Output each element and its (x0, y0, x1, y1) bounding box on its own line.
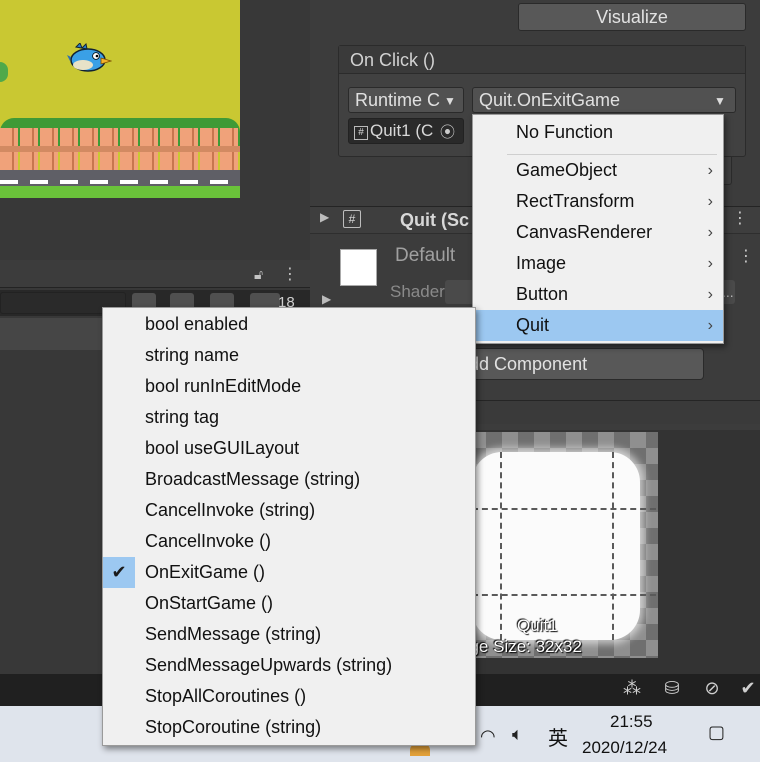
lock-icon[interactable]: 🔓︎ (254, 266, 268, 282)
menu-item-stopallcoroutines[interactable]: StopAllCoroutines () (103, 681, 475, 712)
game-road-line (0, 180, 240, 184)
menu-item-no-function[interactable]: No Function (473, 117, 723, 148)
material-preview (340, 249, 377, 286)
menu-item-quit[interactable]: Quit › (473, 310, 723, 341)
check-circle-icon[interactable]: ✔ (736, 678, 760, 702)
menu-item-canvasrenderer[interactable]: CanvasRenderer › (473, 217, 723, 248)
preview-image-size: age Size: 32x32 (460, 637, 582, 656)
menu-item-cancelinvoke-string[interactable]: CancelInvoke (string) (103, 495, 475, 526)
slice-guide (500, 452, 502, 640)
shader-label: Shader (390, 282, 445, 301)
target-object-label: Quit1 (C (370, 121, 434, 140)
cache-server-icon[interactable]: ⛁ (660, 678, 684, 702)
material-name: Default (395, 245, 456, 266)
menu-item-gameobject[interactable]: GameObject › (473, 155, 723, 186)
game-view (0, 0, 240, 198)
chevron-right-icon: › (707, 193, 713, 210)
game-fence-rail (0, 146, 240, 152)
menu-item-stopcoroutine[interactable]: StopCoroutine (string) (103, 712, 475, 743)
menu-item-button[interactable]: Button › (473, 279, 723, 310)
volume-icon[interactable]: 🔈︎ (512, 724, 523, 745)
bush-decoration (0, 62, 8, 82)
chevron-right-icon: › (707, 286, 713, 303)
bug-disabled-icon[interactable]: ⁂ (620, 678, 644, 702)
kebab-menu-icon[interactable]: ⋮ (282, 264, 298, 284)
triangle-down-icon: ▼ (444, 94, 456, 108)
script-icon: # (343, 210, 361, 228)
clock-time[interactable]: 21:55 (610, 712, 653, 732)
notification-icon[interactable]: ▢ (708, 722, 734, 746)
clock-date[interactable]: 2020/12/24 (582, 738, 667, 758)
menu-item-sendmessageupwards[interactable]: SendMessageUpwards (string) (103, 650, 475, 681)
onclick-title: On Click () (350, 50, 435, 70)
chevron-right-icon: › (707, 162, 713, 179)
script-icon: # (354, 126, 368, 140)
menu-item-bool-useguilayout[interactable]: bool useGUILayout (103, 433, 475, 464)
menu-item-broadcastmessage[interactable]: BroadcastMessage (string) (103, 464, 475, 495)
function-menu: No Function GameObject › RectTransform ›… (472, 114, 724, 344)
kebab-menu-icon[interactable]: ⋮ (738, 246, 754, 266)
menu-item-image[interactable]: Image › (473, 248, 723, 279)
chevron-right-icon: › (707, 255, 713, 272)
menu-item-recttransform[interactable]: RectTransform › (473, 186, 723, 217)
method-submenu: bool enabled string name bool runInEditM… (102, 307, 476, 746)
menu-item-onstartgame[interactable]: OnStartGame () (103, 588, 475, 619)
triangle-down-icon: ▼ (714, 94, 726, 108)
foldout-arrow-icon[interactable]: ▶ (320, 210, 329, 224)
ime-indicator[interactable]: 英 (548, 722, 568, 751)
bird-sprite (67, 43, 112, 72)
status-icons: ⁂ ⛁ ⊘ ✔ (614, 676, 760, 704)
chevron-right-icon: › (707, 224, 713, 241)
menu-item-bool-runineditmode[interactable]: bool runInEditMode (103, 371, 475, 402)
foldout-arrow-icon[interactable]: ▶ (322, 292, 331, 306)
menu-item-bool-enabled[interactable]: bool enabled (103, 309, 475, 340)
add-component-button[interactable]: dd Component (440, 348, 704, 380)
kebab-menu-icon[interactable]: ⋮ (732, 208, 748, 228)
menu-item-string-tag[interactable]: string tag (103, 402, 475, 433)
object-picker-icon[interactable]: ⦿ (440, 121, 460, 141)
slice-guide (612, 452, 614, 640)
check-icon: ✔ (103, 557, 135, 588)
menu-item-onexitgame[interactable]: ✔ OnExitGame () (103, 557, 475, 588)
preview-header[interactable] (440, 400, 760, 424)
function-dropdown[interactable]: Quit.OnExitGame (472, 87, 736, 113)
preview-sprite-name: Quit1 (517, 616, 558, 635)
visualize-button[interactable]: Visualize (518, 3, 746, 31)
game-grass (0, 186, 240, 198)
sprite-preview (472, 452, 640, 640)
chevron-right-icon: › (707, 317, 713, 334)
menu-item-sendmessage[interactable]: SendMessage (string) (103, 619, 475, 650)
wifi-icon[interactable]: ◠ (480, 726, 496, 747)
component-title: Quit (Sc (400, 210, 470, 230)
menu-item-cancelinvoke[interactable]: CancelInvoke () (103, 526, 475, 557)
menu-item-string-name[interactable]: string name (103, 340, 475, 371)
auto-generate-lighting-icon[interactable]: ⊘ (700, 678, 724, 702)
